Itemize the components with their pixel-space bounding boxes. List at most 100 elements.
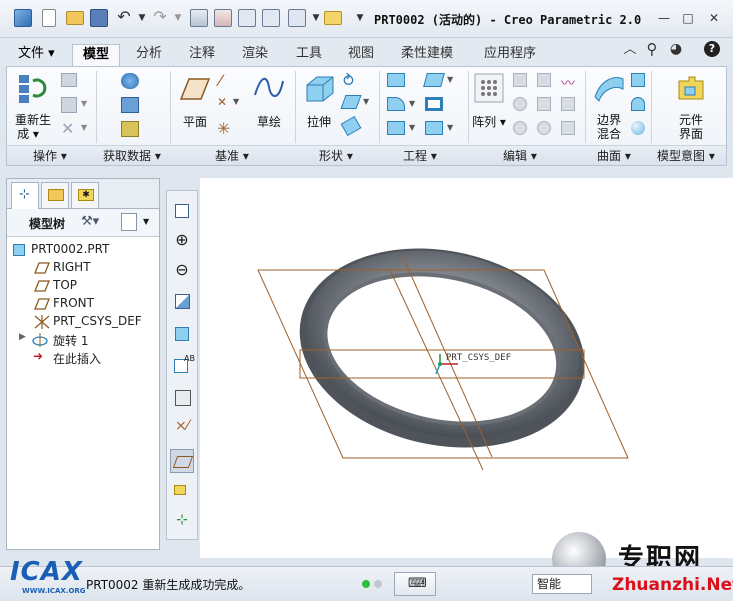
boundary-blend-button[interactable]: 边界 混合 [589,71,629,141]
component-interface-button[interactable]: 元件 界面 [663,71,719,141]
customize-icon[interactable] [324,11,342,25]
rib-dropdown-icon[interactable]: ▼ [447,123,453,132]
delete-icon[interactable]: ✕ [61,119,74,138]
paste-dropdown-icon[interactable]: ▼ [81,99,87,108]
tab-flexible-modeling[interactable]: 柔性建模 [391,44,463,66]
close-window-icon[interactable] [262,9,280,27]
redo-icon[interactable]: ↷ [150,9,170,25]
revolve-icon[interactable]: ⥁ [343,71,354,90]
shell-icon[interactable] [425,97,443,111]
maximize-button[interactable]: □ [678,10,698,26]
copy-geometry-icon[interactable] [121,97,139,113]
group-surfaces[interactable]: 曲面 ▾ [597,147,631,164]
sweep-dropdown-icon[interactable]: ▼ [363,97,369,106]
group-model-intent[interactable]: 模型意图 ▾ [657,147,715,164]
offset-icon[interactable] [561,97,575,111]
round-icon[interactable] [387,97,405,111]
draft-dropdown-icon[interactable]: ▼ [447,75,453,84]
extrude-button[interactable]: 拉伸 [299,71,339,141]
tree-show-icon[interactable] [121,213,137,231]
regenerate-icon[interactable] [190,9,208,27]
sketch-button[interactable]: 草绘 [249,71,289,141]
fill-icon[interactable] [631,73,645,87]
trim-icon[interactable] [537,97,551,111]
datum-display-filter-icon[interactable]: ⨯⁄ [170,417,194,441]
expand-icon[interactable]: ▶ [19,332,26,342]
group-get-data[interactable]: 获取数据 ▾ [103,147,161,164]
style-icon[interactable] [631,97,645,111]
tab-render[interactable]: 渲染 [232,44,278,66]
swept-blend-icon[interactable] [340,115,362,137]
new-file-icon[interactable] [42,9,56,27]
group-datum[interactable]: 基准 ▾ [215,147,249,164]
rib-icon[interactable] [425,121,443,135]
delete-dropdown-icon[interactable]: ▼ [81,123,87,132]
undo-icon[interactable]: ↶ [114,9,134,25]
tab-file[interactable]: 文件 ▾ [8,44,65,66]
coordinate-system-icon[interactable]: ✳ [217,119,230,138]
tab-applications[interactable]: 应用程序 [474,44,546,66]
community-icon[interactable]: ◕ [666,41,686,57]
view-manager-icon[interactable] [170,385,194,409]
copy-icon[interactable] [61,73,77,87]
selection-filter[interactable]: 智能 [532,574,592,594]
find-button[interactable]: ⌨ [394,572,436,596]
merge-icon[interactable] [513,97,527,111]
extend-icon[interactable] [537,73,551,87]
quick-access-customize-icon[interactable]: ▼ [350,10,370,26]
draft-icon[interactable] [423,73,445,87]
thicken-icon[interactable] [561,121,575,135]
zoom-out-icon[interactable]: ⊖ [170,259,194,283]
annotation-display-icon[interactable] [170,481,194,505]
group-shapes[interactable]: 形状 ▾ [319,147,353,164]
save-icon[interactable] [90,9,108,27]
open-file-icon[interactable] [66,11,84,25]
repaint-icon[interactable] [170,289,194,313]
project-icon[interactable]: 〰 [561,73,575,93]
windows-icon[interactable] [288,9,306,27]
tab-model[interactable]: 模型 [72,44,121,66]
tab-view[interactable]: 视图 [338,44,384,66]
tab-folder-browser[interactable] [41,182,69,208]
search-icon[interactable]: ⚲ [642,41,662,57]
undo-dropdown-icon[interactable]: ▼ [132,10,152,26]
csys-display-icon[interactable]: ⊹ [170,511,194,535]
mirror-icon[interactable] [513,73,527,87]
sweep-icon[interactable] [340,95,362,109]
redo-dropdown-icon[interactable]: ▼ [168,10,188,26]
group-editing[interactable]: 编辑 ▾ [503,147,537,164]
pattern-button[interactable]: 阵列 ▾ [471,71,507,141]
chamfer-dropdown-icon[interactable]: ▼ [409,123,415,132]
model-viewport[interactable]: PRT_CSYS_DEF [200,178,733,558]
tab-annotate[interactable]: 注释 [179,44,225,66]
tab-model-tree[interactable]: ⊹ [11,182,39,209]
solidify-icon[interactable] [537,121,551,135]
group-operations[interactable]: 操作 ▾ [33,147,67,164]
plane-button[interactable]: 平面 [175,71,215,141]
regenerate-manager-icon[interactable] [214,9,232,27]
minimize-button[interactable]: — [654,10,674,26]
user-defined-feature-icon[interactable] [121,73,139,89]
tab-favorites[interactable]: ✱ [71,182,99,208]
shrinkwrap-icon[interactable] [121,121,139,137]
hole-icon[interactable] [387,73,405,87]
refit-icon[interactable] [170,199,194,223]
datum-point-icon[interactable]: ✕ [217,95,227,109]
help-icon[interactable]: ? [704,41,720,57]
display-style-icon[interactable] [170,321,194,345]
graphics-window[interactable]: PRT_CSYS_DEF 专职网 [200,178,733,586]
group-engineering[interactable]: 工程 ▾ [403,147,437,164]
tab-tools[interactable]: 工具 [286,44,332,66]
windows-dropdown-icon[interactable]: ▼ [306,10,326,26]
regenerate-button[interactable]: 重新生 成 ▾ [13,71,53,141]
tab-analysis[interactable]: 分析 [126,44,172,66]
chamfer-icon[interactable] [387,121,405,135]
round-dropdown-icon[interactable]: ▼ [409,99,415,108]
tree-show-dropdown-icon[interactable]: ▼ [143,217,149,226]
saved-orientations-icon[interactable]: AB [170,353,195,377]
window-icon[interactable] [238,9,256,27]
zoom-in-icon[interactable]: ⊕ [170,229,194,253]
collapse-ribbon-icon[interactable]: ︿ [620,42,640,58]
paste-icon[interactable] [61,97,77,113]
freestyle-icon[interactable] [631,121,645,135]
